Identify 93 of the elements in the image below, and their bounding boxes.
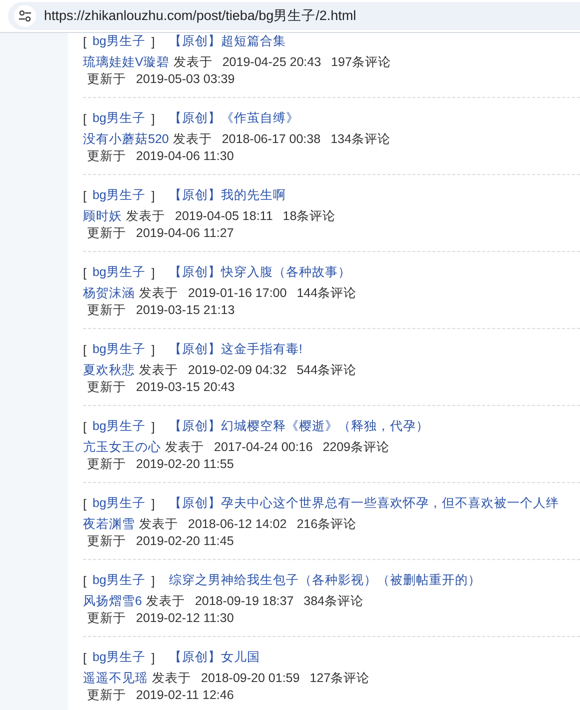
address-bar[interactable]: https://zhikanlouzhu.com/post/tieba/bg男生子/2.html: [8, 2, 580, 30]
bracket: ]: [151, 574, 155, 588]
bracket: [: [83, 34, 86, 48]
author-link[interactable]: 琉璃娃娃V璇碧: [83, 54, 170, 70]
updated-time: 2019-04-06 11:30: [136, 149, 234, 163]
updated-time: 2019-03-15 20:43: [136, 380, 235, 394]
bracket: [: [83, 574, 86, 588]
post-title-link[interactable]: 【原创】快穿入腹（各种故事）: [168, 264, 351, 281]
bracket: [: [83, 342, 86, 356]
updated-time: 2019-02-20 11:45: [136, 534, 234, 548]
board-link[interactable]: bg男生子: [92, 572, 146, 589]
comment-count: 127条评论: [310, 670, 370, 686]
updated-label: 更新于: [87, 148, 126, 164]
posted-label: 发表于: [165, 438, 204, 456]
comment-count: 134条评论: [330, 130, 390, 148]
updated-label: 更新于: [87, 686, 126, 704]
post-title-link[interactable]: 【原创】幻城樱空释《樱逝》（释独，代孕）: [168, 418, 429, 435]
updated-label: 更新于: [87, 456, 126, 472]
updated-time: 2019-05-03 03:39: [136, 72, 235, 86]
post-title-link[interactable]: 【原创】超短篇合集: [168, 33, 286, 50]
board-link[interactable]: bg男生子: [92, 33, 146, 50]
comment-count: 544条评论: [296, 362, 357, 378]
updated-time: 2019-02-11 12:46: [136, 688, 234, 702]
board-link[interactable]: bg男生子: [92, 110, 146, 127]
author-link[interactable]: 顾时妖: [83, 208, 122, 224]
bracket: [: [83, 496, 86, 510]
updated-label: 更新于: [87, 378, 126, 396]
posted-label: 发表于: [172, 130, 212, 148]
posted-label: 发表于: [139, 284, 178, 302]
posted-time: 2019-04-25 20:43: [222, 55, 322, 69]
posted-time: 2018-06-17 00:38: [222, 132, 321, 146]
comment-count: 18条评论: [282, 208, 336, 224]
comment-count: 144条评论: [296, 284, 357, 302]
board-link[interactable]: bg男生子: [92, 187, 146, 204]
updated-time: 2019-02-12 11:30: [136, 611, 234, 625]
post-title-link[interactable]: 【原创】《作茧自缚》: [168, 110, 299, 127]
posted-label: 发表于: [126, 208, 165, 224]
url-text: https://zhikanlouzhu.com/post/tieba/bg男生子/2.html: [44, 7, 356, 25]
bracket: ]: [151, 112, 155, 126]
updated-label: 更新于: [87, 224, 126, 242]
posted-time: 2019-01-16 17:00: [188, 286, 287, 300]
author-link[interactable]: 没有小蘑菇520: [83, 130, 169, 148]
posted-time: 2018-09-19 18:37: [194, 594, 294, 608]
updated-time: 2019-03-15 21:13: [136, 303, 235, 317]
posted-label: 发表于: [146, 592, 185, 610]
comment-count: 216条评论: [296, 516, 357, 532]
bracket: ]: [151, 34, 155, 48]
bracket: ]: [151, 266, 155, 280]
posted-label: 发表于: [139, 516, 178, 532]
posted-label: 发表于: [139, 362, 178, 378]
board-link[interactable]: bg男生子: [92, 264, 146, 281]
comment-count: 2209条评论: [322, 438, 390, 456]
posted-time: 2019-04-05 18:11: [175, 209, 273, 223]
author-link[interactable]: 夏欢秋悲: [83, 362, 135, 378]
comment-count: 197条评论: [331, 54, 391, 70]
bracket: [: [83, 650, 86, 664]
post-title-link[interactable]: 【原创】女儿国: [168, 649, 260, 666]
bracket: ]: [151, 650, 155, 664]
author-link[interactable]: 夜若渊雪: [83, 516, 135, 532]
bracket: ]: [151, 188, 155, 202]
author-link[interactable]: 杨贺沫涵: [83, 284, 135, 302]
post-title-link[interactable]: 【原创】这金手指有毒!: [168, 341, 302, 358]
updated-label: 更新于: [87, 302, 126, 318]
updated-time: 2019-04-06 11:27: [136, 226, 234, 240]
bracket: ]: [151, 342, 155, 356]
posted-time: 2019-02-09 04:32: [188, 363, 287, 377]
post-title-link[interactable]: 【原创】我的先生啊: [168, 187, 286, 204]
posted-label: 发表于: [152, 670, 191, 686]
posted-label: 发表于: [173, 54, 212, 70]
author-link[interactable]: 风扬熠雪6: [83, 592, 142, 610]
updated-label: 更新于: [87, 610, 126, 626]
bracket: [: [83, 266, 86, 280]
comment-count: 384条评论: [304, 592, 364, 610]
bracket: [: [83, 420, 86, 434]
board-link[interactable]: bg男生子: [92, 418, 146, 435]
bracket: [: [83, 112, 86, 126]
posted-time: 2018-06-12 14:02: [188, 517, 287, 531]
updated-label: 更新于: [87, 532, 126, 550]
settings-icon[interactable]: [18, 10, 32, 22]
board-link[interactable]: bg男生子: [92, 495, 146, 512]
author-link[interactable]: 遥遥不见瑶: [83, 670, 148, 686]
bracket: ]: [151, 496, 155, 510]
post-title-link[interactable]: 综穿之男神给我生包子（各种影视）（被删帖重开的）: [168, 572, 481, 589]
board-link[interactable]: bg男生子: [92, 649, 146, 666]
bracket: [: [83, 188, 86, 202]
post-title-link[interactable]: 【原创】孕夫中心这个世界总有一些喜欢怀孕，但不喜欢被一个人绊: [168, 495, 559, 512]
posted-time: 2018-09-20 01:59: [201, 671, 300, 685]
bracket: ]: [151, 420, 155, 434]
board-link[interactable]: bg男生子: [92, 341, 146, 358]
posted-time: 2017-04-24 00:16: [214, 440, 313, 454]
updated-label: 更新于: [87, 70, 126, 88]
author-link[interactable]: 亢玉女王の心: [83, 438, 161, 456]
updated-time: 2019-02-20 11:55: [136, 457, 234, 471]
